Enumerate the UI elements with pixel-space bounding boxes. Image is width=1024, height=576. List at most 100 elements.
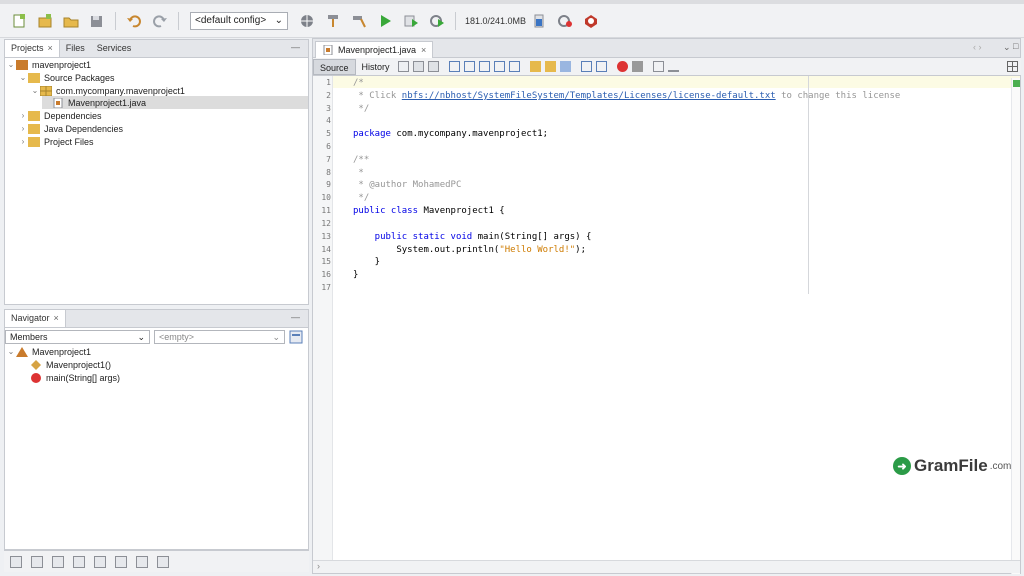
chevron-down-icon[interactable]: ⌄: [6, 60, 16, 69]
show-opened-docs-icon[interactable]: ⌄: [1003, 42, 1011, 53]
line-number: 1: [326, 78, 331, 87]
sort-by-name-icon[interactable]: [157, 555, 169, 568]
close-icon[interactable]: ×: [48, 43, 53, 53]
code-line-14[interactable]: System.out.println("Hello World!");: [353, 245, 586, 255]
tab-navigator[interactable]: Navigator ×: [5, 310, 66, 327]
last-edit-icon[interactable]: [397, 61, 409, 72]
code-line-7[interactable]: /**: [353, 155, 369, 165]
tree-item-java-dependencies[interactable]: › Java Dependencies: [18, 122, 123, 135]
minimize-icon[interactable]: —: [291, 310, 308, 327]
code-line-5[interactable]: package com.mycompany.mavenproject1;: [353, 129, 548, 139]
debug-icon[interactable]: [400, 10, 422, 32]
save-all-icon[interactable]: [86, 10, 108, 32]
toggle-highlight-icon[interactable]: [508, 61, 520, 72]
code-line-11[interactable]: public class Mavenproject1 {: [353, 206, 505, 216]
code-line-16[interactable]: }: [353, 270, 358, 280]
code-line-2[interactable]: * Click nbfs://nbhost/SystemFileSystem/T…: [353, 91, 900, 101]
maximize-icon[interactable]: □: [1013, 41, 1018, 51]
filter-static-icon[interactable]: [31, 555, 43, 568]
build-hammer-icon[interactable]: [322, 10, 344, 32]
start-macro-icon[interactable]: [616, 61, 628, 72]
keyword: package: [353, 129, 391, 139]
chevron-down-icon[interactable]: ⌄: [6, 347, 16, 356]
filter-inherited-icon[interactable]: [73, 555, 85, 568]
shift-right-icon[interactable]: [595, 61, 607, 72]
run-icon[interactable]: [374, 10, 396, 32]
comment-icon[interactable]: [652, 61, 664, 72]
tree-item-source-packages[interactable]: ⌄ Source Packages: [18, 71, 115, 84]
profile-icon[interactable]: [426, 10, 448, 32]
chevron-down-icon[interactable]: ⌄: [30, 86, 40, 95]
nav-item-method[interactable]: main(String[] args): [30, 371, 120, 384]
toggle-bookmark-icon[interactable]: [559, 61, 571, 72]
tree-item-java-file[interactable]: Mavenproject1.java: [42, 96, 308, 109]
code-line-13[interactable]: public static void main(String[] args) {: [353, 232, 592, 242]
tree-item-project-files[interactable]: › Project Files: [18, 135, 94, 148]
stop-gc-icon[interactable]: [580, 10, 602, 32]
find-selection-icon[interactable]: [493, 61, 505, 72]
scroll-right-icon[interactable]: ›: [317, 561, 320, 571]
split-editor-icon[interactable]: [1007, 61, 1018, 72]
chevron-right-icon[interactable]: ›: [18, 111, 28, 120]
globe-icon[interactable]: [296, 10, 318, 32]
chevron-down-icon[interactable]: ⌄: [18, 73, 28, 82]
tab-projects[interactable]: Projects ×: [5, 40, 60, 57]
chevron-right-icon[interactable]: ›: [18, 124, 28, 133]
forward-icon[interactable]: [427, 61, 439, 72]
tab-files[interactable]: Files: [60, 40, 91, 57]
horizontal-scrollbar[interactable]: ›: [313, 560, 1020, 573]
filter-nonpublic-icon[interactable]: [52, 555, 64, 568]
filter-inner-icon[interactable]: [94, 555, 106, 568]
chevron-right-icon[interactable]: ›: [18, 137, 28, 146]
uncomment-icon[interactable]: [667, 61, 679, 72]
code-line-1[interactable]: /*: [353, 78, 364, 88]
filter-fields-icon[interactable]: [10, 555, 22, 568]
tree-item-dependencies[interactable]: › Dependencies: [18, 109, 102, 122]
clean-build-icon[interactable]: [348, 10, 370, 32]
members-select[interactable]: Members ⌄: [5, 330, 150, 344]
keyword: public static void: [353, 232, 473, 242]
chevron-down-icon: ⌄: [274, 15, 283, 26]
code-line-15[interactable]: }: [353, 257, 380, 267]
close-icon[interactable]: ×: [421, 45, 426, 55]
new-file-icon[interactable]: [8, 10, 30, 32]
find-previous-icon[interactable]: [463, 61, 475, 72]
filter-private-icon[interactable]: [115, 555, 127, 568]
scroll-tabs-icon[interactable]: ‹ ›: [973, 42, 982, 52]
minimize-icon[interactable]: —: [291, 40, 308, 57]
right-margin-line: [808, 76, 809, 294]
nav-item-label: Mavenproject1(): [46, 359, 112, 370]
sort-by-source-icon[interactable]: [136, 555, 148, 568]
find-next-icon[interactable]: [478, 61, 490, 72]
source-button[interactable]: Source: [313, 58, 356, 75]
stop-macro-icon[interactable]: [631, 61, 643, 72]
previous-bookmark-icon[interactable]: [529, 61, 541, 72]
gc-icon[interactable]: [554, 10, 576, 32]
undo-icon[interactable]: [123, 10, 145, 32]
license-link[interactable]: nbfs://nbhost/SystemFileSystem/Templates…: [402, 91, 776, 101]
configuration-select[interactable]: <default config> ⌄: [190, 11, 288, 30]
navigator-options-icon[interactable]: [289, 330, 303, 344]
code-line-8[interactable]: *: [353, 168, 363, 178]
filter-select[interactable]: <empty> ⌄: [154, 330, 285, 344]
redo-icon[interactable]: [149, 10, 171, 32]
error-stripe[interactable]: [1011, 78, 1020, 574]
editor-tab[interactable]: Mavenproject1.java ×: [315, 41, 434, 58]
open-project-icon[interactable]: [60, 10, 82, 32]
tab-services[interactable]: Services: [91, 40, 138, 57]
java-file-icon: [52, 97, 64, 108]
nav-item-constructor[interactable]: Mavenproject1(): [30, 358, 111, 371]
find-icon[interactable]: [448, 61, 460, 72]
memory-usage[interactable]: 181.0/241.0MB: [465, 16, 526, 26]
back-icon[interactable]: [412, 61, 424, 72]
close-icon[interactable]: ×: [54, 313, 59, 323]
code-line-10[interactable]: */: [353, 193, 369, 203]
new-project-icon[interactable]: [34, 10, 56, 32]
tree-item-project[interactable]: ⌄ mavenproject1: [6, 58, 91, 71]
shift-left-icon[interactable]: [580, 61, 592, 72]
next-bookmark-icon[interactable]: [544, 61, 556, 72]
code-line-9[interactable]: * @author MohamedPC: [353, 180, 461, 190]
code-line-3[interactable]: */: [353, 104, 369, 114]
nav-item-class[interactable]: ⌄ Mavenproject1: [6, 345, 91, 358]
history-button[interactable]: History: [356, 59, 396, 75]
